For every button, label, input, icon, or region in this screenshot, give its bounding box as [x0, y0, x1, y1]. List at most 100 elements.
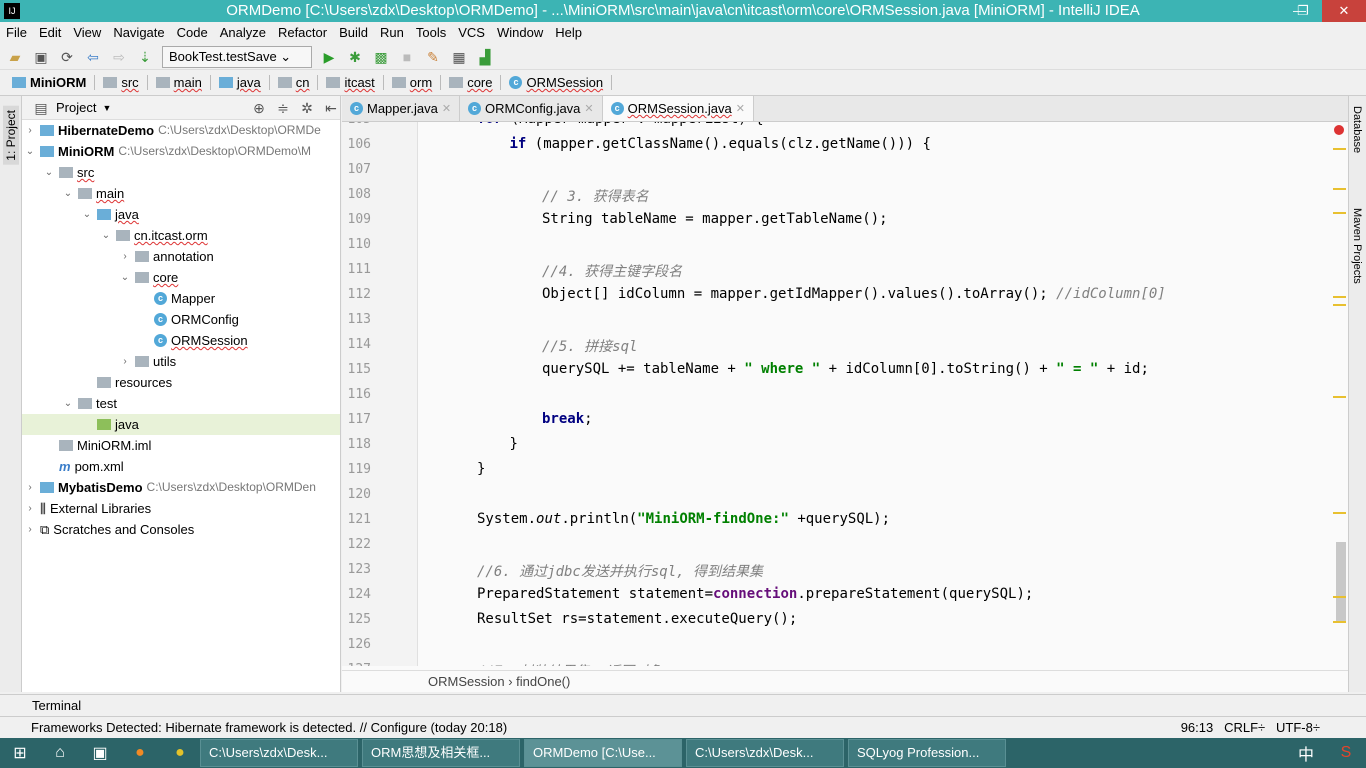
save-icon[interactable]: ▣	[32, 48, 50, 66]
menu-code[interactable]: Code	[177, 22, 208, 44]
collapse-arrow-icon[interactable]: ⌄	[81, 204, 93, 225]
tree-item[interactable]: ⌄ main	[22, 183, 340, 204]
status-message[interactable]: Frameworks Detected: Hibernate framework…	[31, 720, 507, 735]
warning-marker[interactable]	[1333, 596, 1346, 598]
run-config-select[interactable]: BookTest.testSave ⌄	[162, 45, 312, 68]
taskbar-item[interactable]: ORMDemo [C:\Use...	[524, 739, 682, 767]
sync-icon[interactable]: ⟳	[58, 48, 76, 66]
code-line[interactable]: ResultSet rs=statement.executeQuery();	[477, 611, 797, 627]
warning-marker[interactable]	[1333, 621, 1346, 623]
close-tab-icon[interactable]: ✕	[584, 102, 593, 115]
menu-vcs[interactable]: VCS	[458, 22, 485, 44]
warning-marker[interactable]	[1333, 148, 1346, 150]
warning-marker[interactable]	[1333, 396, 1346, 398]
build-icon[interactable]: ⇣	[136, 48, 154, 66]
tree-item[interactable]: ⌄ src	[22, 162, 340, 183]
tree-item[interactable]: › ⫼ External Libraries	[22, 498, 340, 519]
tree-item[interactable]: ⌄ core	[22, 267, 340, 288]
code-line[interactable]: if (mapper.getClassName().equals(clz.get…	[510, 136, 931, 152]
code-line[interactable]: String tableName = mapper.getTableName()…	[542, 211, 888, 227]
line-separator[interactable]: CRLF÷	[1224, 720, 1265, 735]
taskbar-item[interactable]: C:\Users\zdx\Desk...	[686, 739, 844, 767]
tree-item[interactable]: c ORMSession	[22, 330, 340, 351]
tree-item[interactable]: c Mapper	[22, 288, 340, 309]
gear-icon[interactable]: ✲	[298, 99, 316, 117]
menu-tools[interactable]: Tools	[416, 22, 446, 44]
expand-arrow-icon[interactable]: ›	[119, 351, 131, 372]
firefox-icon[interactable]: ●	[120, 744, 160, 762]
database-tool-tab[interactable]: Database	[1351, 106, 1363, 153]
tree-item[interactable]: ⌄ java	[22, 204, 340, 225]
chrome-icon[interactable]: ●	[160, 744, 200, 762]
collapse-arrow-icon[interactable]: ⌄	[62, 393, 74, 414]
expand-arrow-icon[interactable]: ›	[24, 519, 36, 540]
run-icon[interactable]: ▶	[320, 48, 338, 66]
project-tool-tab[interactable]: 1: Project	[3, 106, 19, 165]
menu-build[interactable]: Build	[339, 22, 368, 44]
collapse-arrow-icon[interactable]: ⌄	[100, 225, 112, 246]
menu-run[interactable]: Run	[380, 22, 404, 44]
ime-indicator[interactable]: 中	[1286, 741, 1326, 765]
close-tab-icon[interactable]: ✕	[736, 102, 745, 115]
tab-mapper[interactable]: c Mapper.java ✕	[342, 96, 461, 121]
collapse-icon[interactable]: ≑	[274, 99, 292, 117]
start-icon[interactable]: ⊞	[0, 743, 40, 763]
menu-file[interactable]: File	[6, 22, 27, 44]
code-line[interactable]: break;	[542, 411, 593, 427]
code-line[interactable]: }	[510, 436, 518, 452]
menu-help[interactable]: Help	[555, 22, 582, 44]
settings-icon[interactable]: ✎	[424, 48, 442, 66]
code-line[interactable]: //4. 获得主键字段名	[542, 261, 682, 281]
locate-icon[interactable]: ⊕	[250, 99, 268, 117]
tab-ormsession[interactable]: c ORMSession.java ✕	[602, 96, 754, 121]
explorer-icon[interactable]: ▣	[80, 743, 120, 763]
sdk-icon[interactable]: ▟	[476, 48, 494, 66]
taskbar-item[interactable]: ORM思想及相关框...	[362, 739, 520, 767]
expand-arrow-icon[interactable]: ›	[119, 246, 131, 267]
maven-tool-tab[interactable]: Maven Projects	[1351, 208, 1363, 284]
expand-arrow-icon[interactable]: ›	[24, 498, 36, 519]
home-icon[interactable]: ⌂	[40, 744, 80, 762]
code-line[interactable]: //5. 拼接sql	[542, 336, 637, 356]
tree-item[interactable]: ⌄ MiniORM C:\Users\zdx\Desktop\ORMDemo\M	[22, 141, 340, 162]
menu-window[interactable]: Window	[497, 22, 543, 44]
editor-scrollbar[interactable]	[1336, 542, 1346, 622]
terminal-tab[interactable]: Terminal	[0, 694, 1366, 716]
hide-icon[interactable]: ⇤	[322, 99, 340, 117]
back-icon[interactable]: ⇦	[84, 48, 102, 66]
collapse-arrow-icon[interactable]: ⌄	[62, 183, 74, 204]
menu-analyze[interactable]: Analyze	[220, 22, 266, 44]
close-button[interactable]: ✕	[1322, 0, 1366, 22]
editor-crumb-class[interactable]: ORMSession	[428, 674, 505, 689]
forward-icon[interactable]: ⇨	[110, 48, 128, 66]
sogou-icon[interactable]: S	[1326, 744, 1366, 762]
tree-item[interactable]: java	[22, 414, 340, 435]
debug-icon[interactable]: ✱	[346, 48, 364, 66]
tree-item[interactable]: resources	[22, 372, 340, 393]
code-line[interactable]: // 3. 获得表名	[542, 186, 649, 206]
breadcrumb-item[interactable]: core	[445, 75, 502, 90]
warning-marker[interactable]	[1333, 188, 1346, 190]
breadcrumb-item[interactable]: itcast	[322, 75, 384, 90]
tree-item[interactable]: ⌄ test	[22, 393, 340, 414]
breadcrumb-item[interactable]: MiniORM	[8, 75, 96, 90]
taskbar-item[interactable]: C:\Users\zdx\Desk...	[200, 739, 358, 767]
file-encoding[interactable]: UTF-8÷	[1276, 720, 1320, 735]
breadcrumb-item[interactable]: cn	[274, 75, 319, 90]
tree-item[interactable]: › utils	[22, 351, 340, 372]
taskbar-item[interactable]: SQLyog Profession...	[848, 739, 1006, 767]
project-view-select[interactable]: Project	[56, 100, 96, 115]
menu-navigate[interactable]: Navigate	[113, 22, 164, 44]
expand-arrow-icon[interactable]: ›	[24, 477, 36, 498]
tree-item[interactable]: ⌄ cn.itcast.orm	[22, 225, 340, 246]
menu-view[interactable]: View	[73, 22, 101, 44]
tree-item[interactable]: MiniORM.iml	[22, 435, 340, 456]
tree-item[interactable]: › HibernateDemo C:\Users\zdx\Desktop\ORMDe	[22, 120, 340, 141]
breadcrumb-item[interactable]: src	[99, 75, 148, 90]
code-line[interactable]: Object[] idColumn = mapper.getIdMapper()…	[542, 286, 1166, 302]
warning-marker[interactable]	[1333, 212, 1346, 214]
menu-refactor[interactable]: Refactor	[278, 22, 327, 44]
tab-ormconfig[interactable]: c ORMConfig.java ✕	[460, 96, 603, 121]
tree-item[interactable]: › annotation	[22, 246, 340, 267]
open-icon[interactable]: ▰	[6, 48, 24, 66]
